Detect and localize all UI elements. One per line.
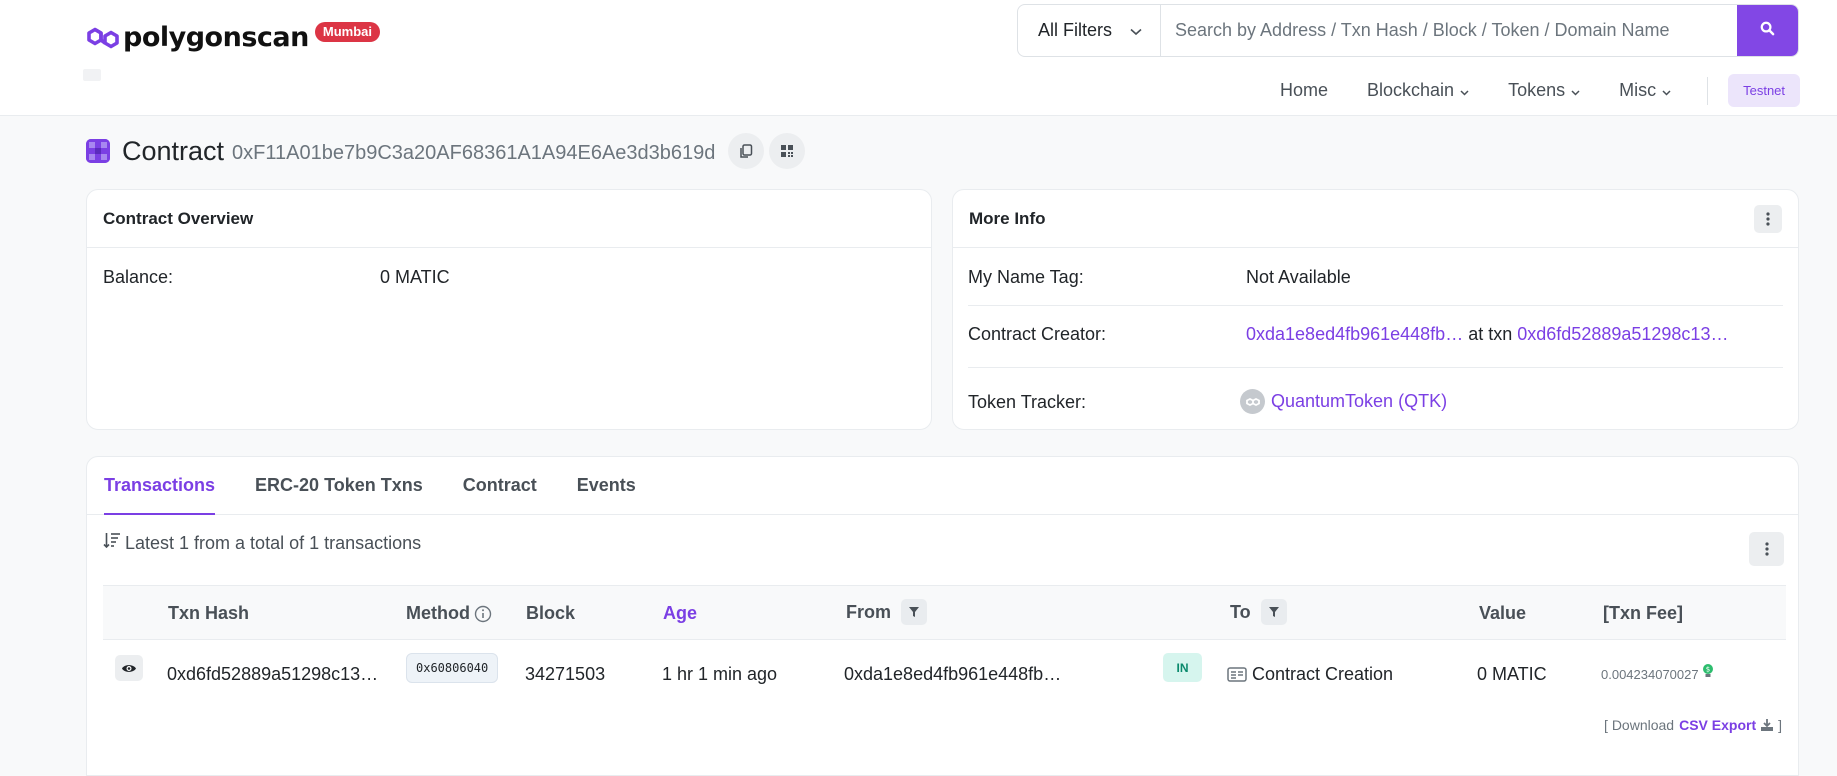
token-tracker-value: QuantumToken (QTK)	[1240, 389, 1447, 414]
brand-name: polygonscan	[123, 22, 309, 53]
tab-events[interactable]: Events	[577, 457, 636, 514]
col-method: Method	[406, 603, 492, 624]
table-header: Txn Hash Method Block Age From To Value …	[103, 585, 1786, 640]
token-tracker-link[interactable]: QuantumToken (QTK)	[1271, 391, 1447, 412]
name-tag-label: My Name Tag:	[968, 267, 1084, 287]
page-title: Contract	[122, 135, 225, 166]
tab-erc20-token-txns[interactable]: ERC-20 Token Txns	[255, 457, 423, 514]
direction-badge: IN	[1163, 653, 1202, 682]
sort-icon	[103, 532, 121, 554]
nav-home[interactable]: Home	[1280, 80, 1328, 101]
info-icon[interactable]	[474, 605, 492, 623]
tab-contract[interactable]: Contract	[463, 457, 537, 514]
nav-blockchain-label: Blockchain	[1367, 80, 1455, 100]
nav-blockchain[interactable]: Blockchain	[1367, 80, 1469, 101]
col-age[interactable]: Age	[663, 603, 697, 624]
col-block: Block	[526, 603, 576, 623]
gas-bulb-icon: $	[1702, 663, 1714, 680]
contract-creator-value: 0xda1e8ed4fb961e448fb… at txn 0xd6fd5288…	[1246, 324, 1728, 345]
filter-dropdown[interactable]: All Filters	[1018, 5, 1161, 56]
to-value: Contract Creation	[1227, 664, 1393, 685]
download-row: [ Download CSV Export ]	[1604, 717, 1782, 733]
qr-code-icon[interactable]	[769, 133, 806, 169]
age-value: 1 hr 1 min ago	[662, 664, 778, 684]
testnet-button[interactable]: Testnet	[1728, 74, 1801, 107]
more-options-icon[interactable]	[1749, 532, 1784, 566]
page-title-row: Contract 0xF11A01be7b9C3a20AF68361A1A94E…	[86, 133, 806, 169]
download-prefix: [ Download	[1604, 717, 1675, 733]
svg-text:$: $	[1705, 666, 1709, 674]
contract-avatar-icon	[86, 139, 110, 163]
eye-icon[interactable]	[115, 655, 143, 681]
contract-overview-heading: Contract Overview	[87, 190, 931, 248]
name-tag-value: Not Available	[1246, 267, 1351, 287]
chevron-down-icon	[1662, 80, 1671, 101]
col-txn-hash: Txn Hash	[168, 603, 250, 623]
site-logo[interactable]: polygonscan Mumbai	[86, 21, 380, 53]
nav-divider	[1707, 76, 1709, 105]
nav-tokens-label: Tokens	[1508, 80, 1566, 100]
chevron-down-icon	[1130, 20, 1142, 41]
chevron-down-icon	[1460, 80, 1469, 101]
txn-summary-text: Latest 1 from a total of 1 transactions	[125, 532, 422, 553]
ad-placeholder	[83, 69, 101, 81]
contract-creator-label: Contract Creator:	[968, 324, 1107, 344]
method-badge: 0x60806040	[406, 653, 499, 683]
col-method-label: Method	[406, 603, 470, 623]
col-value: Value	[1479, 603, 1527, 623]
to-label: Contract Creation	[1252, 664, 1394, 684]
col-from: From	[846, 599, 927, 625]
download-suffix: ]	[1778, 717, 1782, 733]
txn-summary: Latest 1 from a total of 1 transactions	[103, 532, 421, 554]
main-nav: Home Blockchain Tokens Misc Testnet	[1280, 74, 1801, 107]
token-logo-icon	[1240, 389, 1265, 414]
more-info-card: More Info My Name Tag: Not Available Con…	[952, 189, 1799, 430]
more-options-icon[interactable]	[1754, 204, 1782, 233]
contract-overview-card: Contract Overview Balance: 0 MATIC	[86, 189, 932, 430]
nav-misc[interactable]: Misc	[1619, 80, 1671, 101]
balance-value: 0 MATIC	[380, 267, 450, 287]
col-from-label: From	[846, 601, 891, 622]
txn-hash-link[interactable]: 0xd6fd52889a51298c13…	[167, 664, 378, 685]
balance-label: Balance:	[103, 267, 174, 287]
contract-creation-icon	[1227, 667, 1247, 682]
filter-label: All Filters	[1038, 20, 1113, 40]
csv-export-link[interactable]: CSV Export	[1679, 717, 1756, 733]
nav-tokens[interactable]: Tokens	[1508, 80, 1580, 101]
tab-transactions[interactable]: Transactions	[104, 457, 216, 515]
filter-icon[interactable]	[1260, 599, 1287, 625]
nav-misc-label: Misc	[1619, 80, 1657, 100]
block-link[interactable]: 34271503	[525, 664, 605, 685]
filter-icon[interactable]	[901, 599, 927, 625]
txn-fee-cell: 0.004234070027 $	[1601, 664, 1714, 682]
chevron-down-icon	[1571, 80, 1580, 101]
search-bar: All Filters	[1017, 4, 1799, 57]
col-to: To	[1230, 599, 1287, 625]
col-to-label: To	[1230, 601, 1251, 622]
from-address-link[interactable]: 0xda1e8ed4fb961e448fb…	[844, 664, 1061, 685]
divider	[968, 305, 1783, 306]
creation-txn-link[interactable]: 0xd6fd52889a51298c13…	[1517, 324, 1728, 344]
nav-home-label: Home	[1280, 80, 1329, 100]
more-info-header: More Info	[953, 190, 1798, 248]
search-button[interactable]	[1737, 5, 1798, 56]
transactions-card: Transactions ERC-20 Token Txns Contract …	[86, 456, 1799, 776]
polygon-logo-icon	[86, 23, 120, 53]
network-badge: Mumbai	[314, 21, 380, 42]
contract-address: 0xF11A01be7b9C3a20AF68361A1A94E6Ae3d3b61…	[232, 141, 716, 164]
token-tracker-label: Token Tracker:	[968, 392, 1087, 412]
copy-icon[interactable]	[728, 133, 765, 169]
more-info-heading: More Info	[969, 208, 1046, 228]
col-txn-fee: [Txn Fee]	[1603, 603, 1684, 623]
divider	[968, 367, 1783, 368]
value-cell: 0 MATIC	[1477, 664, 1547, 684]
txn-fee-value: 0.004234070027	[1601, 667, 1699, 682]
download-icon	[1760, 718, 1774, 732]
search-icon	[1760, 20, 1775, 41]
tab-bar: Transactions ERC-20 Token Txns Contract …	[87, 457, 1798, 515]
at-txn-text: at txn	[1468, 324, 1513, 344]
site-header: polygonscan Mumbai All Filters Home Bloc…	[0, 0, 1837, 116]
search-input[interactable]	[1161, 5, 1737, 56]
creator-address-link[interactable]: 0xda1e8ed4fb961e448fb…	[1246, 324, 1463, 344]
